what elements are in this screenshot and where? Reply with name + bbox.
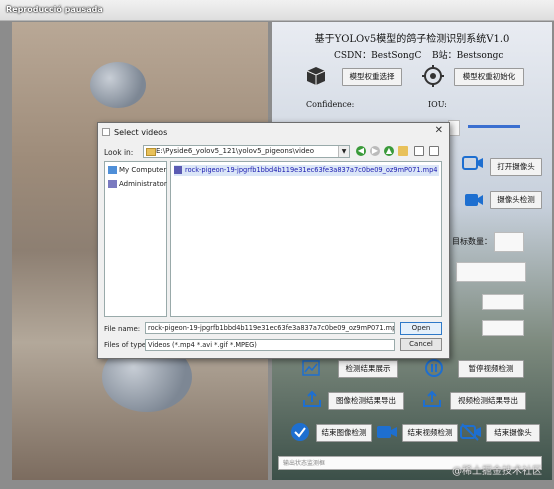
video-file-icon: [174, 166, 182, 174]
select-videos-dialog: Select videos ✕ Look in: E:\Pyside6_yolo…: [97, 122, 450, 359]
open-button[interactable]: Open: [400, 322, 442, 335]
end-camera-button[interactable]: 结束摄像头: [486, 424, 540, 442]
folder-icon: [146, 148, 156, 156]
coord-box-2: [482, 320, 524, 336]
sidebar-item-my-computer[interactable]: My Computer: [108, 166, 166, 174]
export-image-button[interactable]: 图像检测结果导出: [328, 392, 404, 410]
list-view-icon[interactable]: [414, 146, 424, 156]
end-image-button[interactable]: 结束图像检测: [316, 424, 372, 442]
pause-video-button[interactable]: 暂停视频检测: [458, 360, 524, 378]
pigeon-image-top: [90, 62, 146, 108]
close-icon[interactable]: ✕: [435, 125, 443, 136]
iou-label: IOU:: [428, 100, 447, 109]
sidebar-item-administrator[interactable]: Administrator: [108, 180, 167, 188]
look-in-combo[interactable]: E:\Pyside6_yolov5_121\yolov5_pigeons\vid…: [143, 145, 350, 158]
target-icon: [422, 65, 444, 87]
user-icon: [108, 180, 117, 188]
sidebar-item-label: My Computer: [119, 166, 167, 174]
video-icon: [376, 422, 398, 442]
model-select-button[interactable]: 模型权重选择: [342, 68, 402, 86]
confidence-label: Confidence:: [306, 100, 355, 109]
camera-off-icon: [460, 423, 482, 441]
upload-video-icon: [422, 390, 442, 408]
camera-detect-button[interactable]: 摄像头检测: [490, 191, 542, 209]
chart-icon: [302, 360, 320, 376]
file-name: rock-pigeon-19-jpgrfb1bbd4b119e31ec63fe3…: [185, 166, 438, 174]
forward-icon[interactable]: ▶: [370, 146, 380, 156]
upload-icon: [302, 390, 322, 408]
dialog-app-icon: [102, 128, 110, 136]
iou-slider[interactable]: [468, 125, 520, 128]
window-title: Reproducció pausada: [6, 5, 103, 14]
back-icon[interactable]: ◀: [356, 146, 366, 156]
window-titlebar: Reproducció pausada: [0, 0, 554, 21]
list-item[interactable]: rock-pigeon-19-jpgrfb1bbd4b119e31ec63fe3…: [174, 165, 440, 176]
new-folder-icon[interactable]: [398, 146, 408, 156]
chevron-down-icon[interactable]: ▼: [338, 146, 349, 157]
open-camera-button[interactable]: 打开摄像头: [490, 158, 542, 176]
places-sidebar: My Computer Administrator: [104, 161, 167, 317]
model-init-button[interactable]: 模型权重初始化: [454, 68, 524, 86]
end-video-button[interactable]: 结束视频检测: [402, 424, 458, 442]
show-results-button[interactable]: 检测结果展示: [338, 360, 398, 378]
look-in-label: Look in:: [104, 148, 134, 157]
export-video-button[interactable]: 视频检测结果导出: [450, 392, 526, 410]
check-circle-icon: [290, 422, 310, 442]
dialog-title: Select videos: [114, 128, 168, 137]
csdn-credit: CSDN：BestSongC: [334, 51, 422, 61]
look-in-path: E:\Pyside6_yolov5_121\yolov5_pigeons\vid…: [156, 147, 314, 155]
pause-icon: [424, 358, 444, 378]
camera-icon: [464, 192, 484, 208]
cube-icon: [306, 66, 326, 86]
target-count-label: 目标数量：: [452, 237, 492, 246]
file-type-label: Files of type:: [104, 341, 149, 349]
file-name-field[interactable]: rock-pigeon-19-jpgrfb1bbd4b119e31ec63fe3…: [145, 322, 395, 334]
file-name-label: File name:: [104, 325, 141, 333]
app-title: 基于YOLOv5模型的鸽子检测识别系统V1.0: [314, 34, 510, 45]
sidebar-item-label: Administrator: [119, 180, 167, 188]
file-type-value: Videos (*.mp4 *.avi *.gif *.MPEG): [148, 341, 257, 349]
file-type-combo[interactable]: Videos (*.mp4 *.avi *.gif *.MPEG): [145, 339, 395, 351]
bilibili-credit: B站：Bestsongc: [432, 51, 504, 61]
computer-icon: [108, 166, 117, 174]
up-folder-icon[interactable]: ▲: [384, 146, 394, 156]
target-select-combo[interactable]: [456, 262, 526, 282]
coord-box-1: [482, 294, 524, 310]
file-list: rock-pigeon-19-jpgrfb1bbd4b119e31ec63fe3…: [170, 161, 442, 317]
watermark: @稀土掘金技术社区: [452, 466, 542, 477]
camera-outline-icon: [462, 154, 484, 172]
cancel-button[interactable]: Cancel: [400, 338, 442, 351]
detail-view-icon[interactable]: [429, 146, 439, 156]
target-count-value: [494, 232, 524, 252]
